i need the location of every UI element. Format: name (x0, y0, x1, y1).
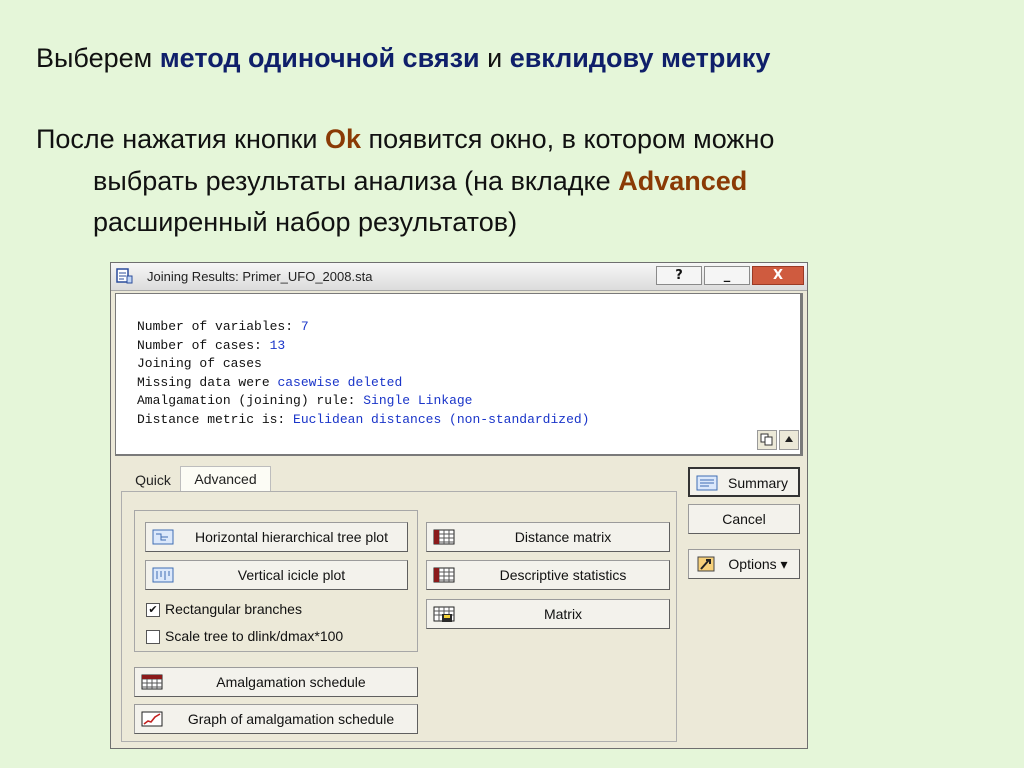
output-value: 13 (269, 337, 286, 353)
text-prefix: Выберем (36, 43, 160, 73)
button-label: Summary (728, 475, 788, 491)
icicle-plot-icon (152, 567, 174, 583)
slide-line-1: Выберем метод одиночной связи и евклидов… (36, 43, 770, 74)
matrix-button[interactable]: Matrix (426, 599, 670, 629)
text-mid: и (479, 43, 510, 73)
scroll-up-icon[interactable] (779, 430, 799, 450)
tab-advanced[interactable]: Advanced (180, 466, 271, 491)
joining-results-window: Joining Results: Primer_UFO_2008.sta ? _… (110, 262, 808, 749)
options-label: Options (728, 556, 777, 572)
summary-button[interactable]: Summary (688, 467, 800, 497)
options-button[interactable]: Options ▾ (688, 549, 800, 579)
ok-keyword: Ok (324, 124, 361, 154)
output-label: Number of variables: (137, 319, 301, 334)
slide-line-2: После нажатия кнопки Ok появится окно, в… (36, 124, 774, 155)
window-title: Joining Results: Primer_UFO_2008.sta (147, 269, 373, 284)
output-value: Euclidean distances (non-standardized) (293, 411, 590, 427)
output-label: Joining of cases (137, 356, 262, 372)
method-keyword: метод одиночной связи (159, 43, 480, 73)
copy-icon[interactable] (757, 430, 777, 450)
vertical-icicle-plot-button[interactable]: Vertical icicle plot (145, 560, 408, 590)
distance-matrix-button[interactable]: Distance matrix (426, 522, 670, 552)
output-value: 7 (300, 319, 309, 334)
checkbox-label: Rectangular branches (165, 601, 302, 617)
output-label: Amalgamation (joining) rule: (137, 393, 364, 409)
minimize-button[interactable]: _ (704, 266, 750, 285)
button-label: Graph of amalgamation schedule (187, 711, 395, 727)
close-button[interactable]: X (752, 266, 804, 285)
text-prefix: выбрать результаты анализа (на вкладке (93, 166, 619, 196)
grid-icon (433, 567, 455, 583)
slide-line-4: расширенный набор результатов) (93, 207, 518, 237)
output-value: casewise deleted (277, 374, 403, 390)
output-label: Number of cases: (137, 337, 270, 353)
button-label: Matrix (543, 606, 583, 622)
checkbox-box[interactable]: ✔ (146, 603, 160, 617)
slide-line-3: выбрать результаты анализа (на вкладке A… (93, 166, 747, 197)
line-graph-icon (141, 711, 163, 727)
help-button[interactable]: ? (656, 266, 702, 285)
output-label: Missing data were (137, 374, 278, 390)
grid-icon (433, 529, 455, 545)
graph-amalgamation-button[interactable]: Graph of amalgamation schedule (134, 704, 418, 734)
horizontal-tree-plot-button[interactable]: Horizontal hierarchical tree plot (145, 522, 408, 552)
results-output-pane[interactable]: Number of variables: 7 Number of cases: … (115, 293, 803, 456)
results-text: Number of variables: 7 Number of cases: … (137, 318, 589, 430)
button-label: Descriptive statistics (499, 567, 627, 583)
checkbox-box[interactable] (146, 630, 160, 644)
button-label: Vertical icicle plot (237, 567, 346, 583)
amalgamation-schedule-button[interactable]: Amalgamation schedule (134, 667, 418, 697)
metric-keyword: евклидову метрику (509, 43, 771, 73)
cancel-button[interactable]: Cancel (688, 504, 800, 534)
output-label: Distance metric is: (137, 411, 294, 427)
title-bar[interactable]: Joining Results: Primer_UFO_2008.sta ? _… (111, 263, 807, 291)
matrix-save-icon (433, 606, 455, 622)
output-value: Single Linkage (363, 393, 473, 409)
tab-quick[interactable]: Quick (129, 468, 177, 493)
text-prefix: После нажатия кнопки (36, 124, 325, 154)
text-suffix: появится окно, в котором можно (360, 124, 775, 154)
button-label: Horizontal hierarchical tree plot (195, 529, 388, 545)
button-label: Amalgamation schedule (216, 674, 366, 690)
tree-plot-icon (152, 529, 174, 545)
grid-icon (141, 674, 163, 690)
button-label: Distance matrix (514, 529, 612, 545)
checkbox-label: Scale tree to dlink/dmax*100 (165, 628, 344, 644)
tools-icon (697, 556, 715, 572)
advanced-keyword: Advanced (618, 166, 748, 196)
app-icon (116, 268, 133, 284)
summary-icon (696, 475, 718, 491)
descriptive-statistics-button[interactable]: Descriptive statistics (426, 560, 670, 590)
button-label: Options ▾ (728, 556, 788, 572)
